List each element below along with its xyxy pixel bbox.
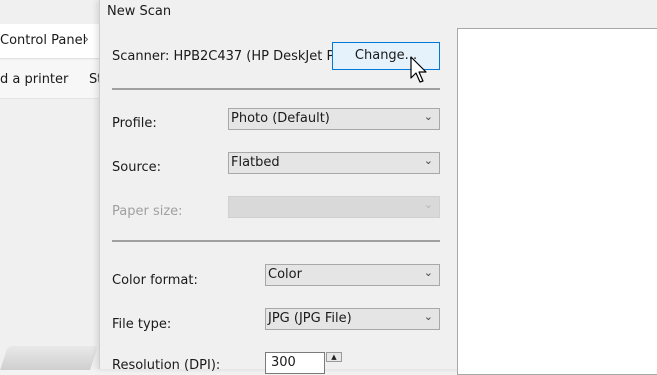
chevron-down-icon: ⌄: [423, 266, 433, 279]
chevron-down-icon: ⌄: [423, 198, 433, 211]
color-format-value: Color: [268, 267, 302, 282]
chevron-down-icon: ⌄: [423, 310, 433, 323]
new-scan-dialog: New Scan Scanner: HPB2C437 (HP DeskJet P…: [99, 0, 657, 375]
resolution-label: Resolution (DPI):: [112, 358, 221, 373]
breadcrumb-chevron-icon[interactable]: ›: [84, 32, 89, 46]
chevron-down-icon: ⌄: [423, 110, 433, 123]
add-printer-button[interactable]: d a printer: [0, 72, 68, 87]
spinner-up-icon[interactable]: ▲: [326, 352, 342, 362]
dialog-title: New Scan: [107, 4, 172, 19]
resolution-value: 300: [271, 355, 296, 370]
paper-size-label: Paper size:: [112, 204, 183, 219]
source-label: Source:: [112, 160, 162, 175]
color-format-select[interactable]: Color ⌄: [265, 264, 440, 286]
separator: [112, 240, 440, 242]
breadcrumb-control-panel[interactable]: Control Panel: [0, 33, 86, 48]
file-type-select[interactable]: JPG (JPG File) ⌄: [265, 308, 440, 330]
chevron-down-icon: ⌄: [423, 154, 433, 167]
color-format-label: Color format:: [112, 273, 198, 288]
scanner-label: Scanner: HPB2C437 (HP DeskJet Pl...: [112, 49, 351, 64]
file-type-value: JPG (JPG File): [268, 311, 352, 326]
source-value: Flatbed: [231, 155, 280, 170]
profile-select[interactable]: Photo (Default) ⌄: [228, 108, 440, 130]
mouse-pointer-icon: [410, 56, 427, 83]
profile-value: Photo (Default): [231, 111, 330, 126]
paper-size-select: ⌄: [228, 196, 440, 218]
file-type-label: File type:: [112, 317, 172, 332]
scan-preview-pane: [457, 28, 657, 375]
profile-label: Profile:: [112, 116, 157, 131]
control-panel-window: Control Panel › d a printer St: [0, 0, 110, 370]
source-select[interactable]: Flatbed ⌄: [228, 152, 440, 174]
scanner-device-image: [0, 346, 98, 370]
separator: [112, 88, 440, 90]
resolution-input[interactable]: 300: [265, 352, 325, 374]
